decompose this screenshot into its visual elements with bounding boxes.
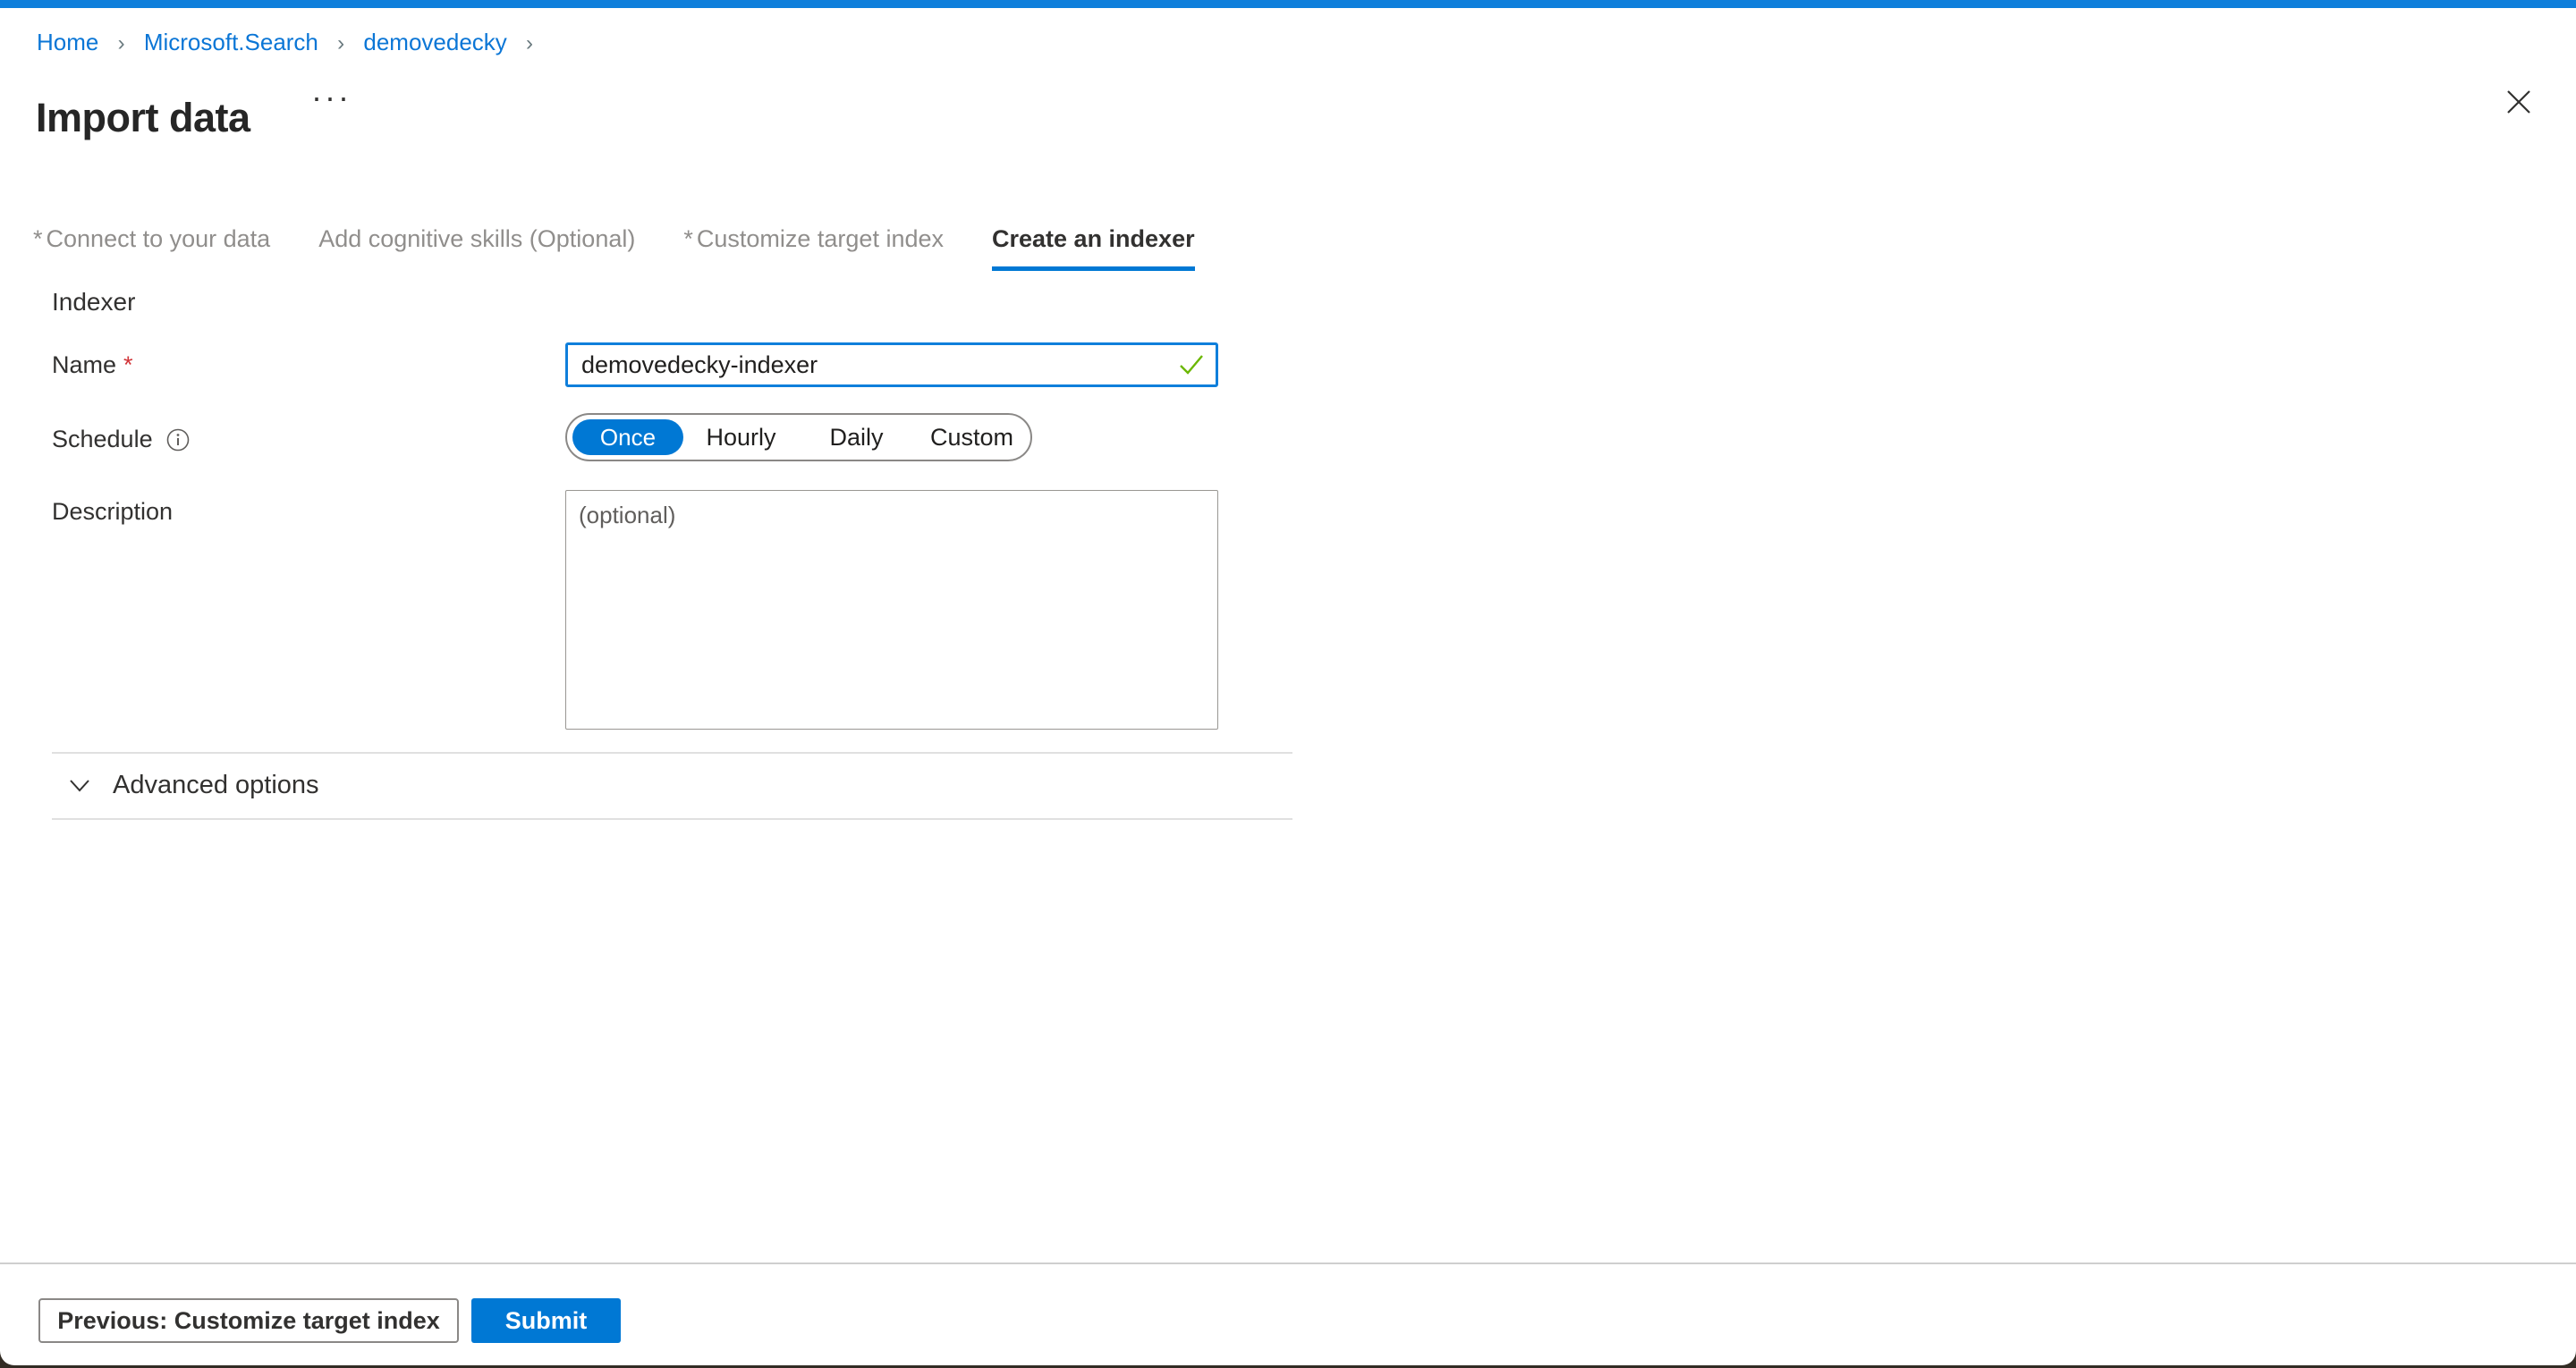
- portal-accent-bar: [0, 0, 2576, 8]
- tab-required-marker: *: [33, 225, 43, 252]
- schedule-option-hourly[interactable]: Hourly: [683, 424, 799, 452]
- advanced-options-toggle[interactable]: Advanced options: [68, 771, 319, 800]
- indexer-name-input[interactable]: [565, 342, 1218, 387]
- schedule-option-custom[interactable]: Custom: [914, 424, 1030, 452]
- divider: [52, 818, 1292, 820]
- import-data-panel: Home › Microsoft.Search › demovedecky › …: [0, 0, 2576, 1365]
- close-button[interactable]: [2499, 82, 2538, 122]
- more-options-button[interactable]: ···: [311, 79, 352, 116]
- footer-divider: [0, 1262, 2576, 1264]
- tab-label: Customize target index: [697, 225, 944, 252]
- tab-label: Add cognitive skills (Optional): [318, 225, 635, 252]
- breadcrumb-separator-icon: ›: [118, 31, 125, 55]
- breadcrumb: Home › Microsoft.Search › demovedecky ›: [37, 28, 546, 58]
- schedule-label-text: Schedule: [52, 426, 153, 453]
- valid-check-icon: [1179, 353, 1204, 376]
- info-icon[interactable]: [165, 427, 191, 452]
- schedule-option-daily[interactable]: Daily: [799, 424, 914, 452]
- tab-customize-target-index[interactable]: *Customize target index: [683, 224, 944, 271]
- schedule-toggle-group: Once Hourly Daily Custom: [565, 413, 1032, 461]
- wizard-tabs: *Connect to your data Add cognitive skil…: [33, 224, 1195, 271]
- page-title: Import data: [36, 95, 250, 141]
- previous-step-button[interactable]: Previous: Customize target index: [38, 1298, 459, 1343]
- indexer-section-label: Indexer: [52, 288, 135, 317]
- schedule-option-once[interactable]: Once: [572, 419, 683, 455]
- schedule-field-label: Schedule: [52, 426, 191, 453]
- description-textarea[interactable]: [565, 490, 1218, 730]
- tab-required-marker: *: [683, 225, 693, 252]
- tab-add-cognitive-skills[interactable]: Add cognitive skills (Optional): [318, 224, 635, 271]
- tab-label: Create an indexer: [992, 225, 1195, 252]
- advanced-options-label: Advanced options: [113, 771, 319, 800]
- submit-button[interactable]: Submit: [471, 1298, 621, 1343]
- chevron-down-icon: [68, 778, 91, 794]
- breadcrumb-separator-icon: ›: [526, 31, 533, 55]
- tab-connect-to-your-data[interactable]: *Connect to your data: [33, 224, 270, 271]
- close-icon: [2504, 87, 2534, 117]
- tab-create-an-indexer[interactable]: Create an indexer: [992, 224, 1195, 271]
- breadcrumb-separator-icon: ›: [337, 31, 344, 55]
- required-asterisk: *: [123, 351, 133, 379]
- tab-label: Connect to your data: [47, 225, 271, 252]
- description-field-label: Description: [52, 498, 173, 526]
- divider: [52, 752, 1292, 754]
- breadcrumb-microsoft-search-link[interactable]: Microsoft.Search: [144, 29, 318, 55]
- name-field-wrapper: [565, 342, 1218, 387]
- name-field-label: Name *: [52, 351, 133, 379]
- description-label-text: Description: [52, 498, 173, 526]
- name-label-text: Name: [52, 351, 116, 379]
- breadcrumb-home-link[interactable]: Home: [37, 29, 98, 55]
- breadcrumb-demovedecky-link[interactable]: demovedecky: [363, 29, 506, 55]
